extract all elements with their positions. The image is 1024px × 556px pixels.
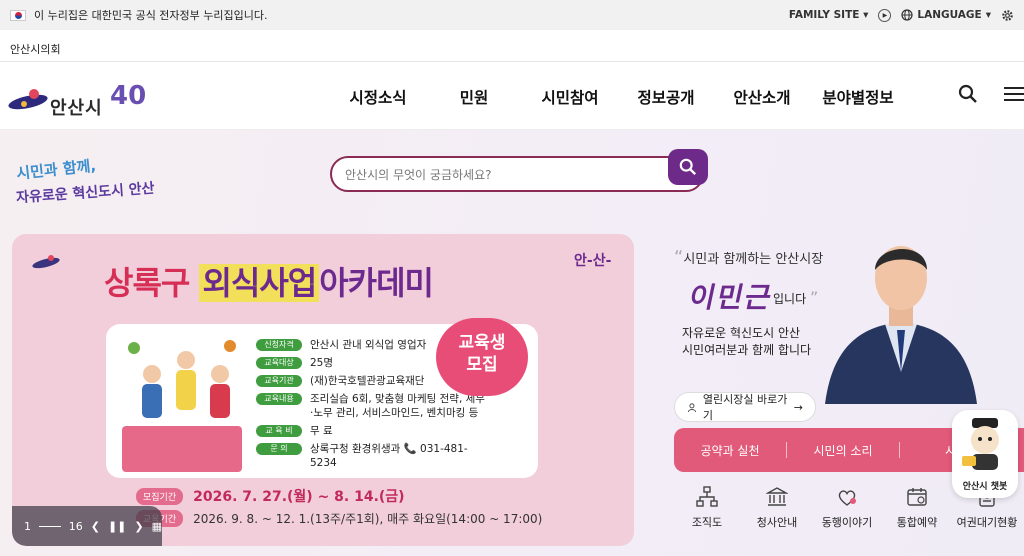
heart-people-icon bbox=[838, 490, 856, 506]
main-banner-slide[interactable]: 안-산- 상록구 외식사업아카데미 신청자격 안산시 관내 외식업 영업자 교육대… bbox=[12, 234, 634, 546]
nav-item-disclosure[interactable]: 정보공개 bbox=[618, 86, 714, 108]
family-site-select[interactable]: FAMILY SITE ▾ bbox=[789, 9, 869, 21]
education-period: 교육기간2026. 9. 8. ~ 12. 1.(13주/주1회), 매주 화요… bbox=[136, 510, 542, 527]
chatbot-label: 안산시 챗봇 bbox=[962, 482, 1008, 492]
quick-link-together-story[interactable]: 동행이야기 bbox=[812, 486, 882, 530]
quick-link-reservation[interactable]: 통합예약 bbox=[882, 486, 952, 530]
city-mark-icon bbox=[32, 255, 60, 269]
gov-notice-text: 이 누리집은 대한민국 공식 전자정부 누리집입니다. bbox=[34, 9, 268, 22]
tab-pledges[interactable]: 공약과 실천 bbox=[674, 442, 786, 459]
language-select[interactable]: LANGUAGE ▾ bbox=[901, 9, 991, 21]
search-button[interactable] bbox=[668, 149, 708, 185]
person-icon bbox=[687, 402, 697, 412]
info-row: 교육내용 조리실습 6회, 맞춤형 마케팅 전략, 세무·노무 관리, 서비스마인… bbox=[256, 392, 486, 420]
banner-info-card: 신청자격 안산시 관내 외식업 영업자 교육대상 25명 교육기관 (재)한국호텔관광… bbox=[106, 318, 538, 478]
search-icon[interactable] bbox=[958, 84, 978, 104]
mayor-name-suffix: 입니다 ” bbox=[773, 288, 819, 307]
org-chart-icon bbox=[696, 486, 718, 507]
mayor-quote: “시민과 함께하는 안산시장 bbox=[674, 247, 824, 268]
banner-brand: 안-산- bbox=[574, 253, 612, 269]
svg-text:40: 40 bbox=[110, 81, 146, 111]
nav-item-fields[interactable]: 분야별정보 bbox=[810, 86, 906, 108]
search-input[interactable]: 안산시의 무엇이 궁금하세요? bbox=[330, 156, 704, 192]
next-slide-icon[interactable]: ❯ bbox=[134, 520, 143, 533]
chatbot-mascot-icon bbox=[962, 418, 999, 470]
hero-section: 시민과 함께, 자유로운 혁신도시 안산 안산시의 무엇이 궁금하세요? 안-산… bbox=[0, 130, 1024, 556]
play-icon[interactable]: ▶ bbox=[878, 8, 892, 22]
prev-slide-icon[interactable]: ❮ bbox=[91, 520, 100, 533]
grid-view-icon[interactable]: ▦ bbox=[152, 520, 162, 533]
recruit-bubble: 교육생 모집 bbox=[436, 318, 528, 396]
nav-item-participation[interactable]: 시민참여 bbox=[522, 86, 618, 108]
building-icon bbox=[766, 487, 788, 506]
slide-current: 1 bbox=[24, 519, 31, 533]
arrow-right-icon: → bbox=[793, 400, 803, 414]
globe-icon bbox=[901, 9, 913, 21]
korea-flag-icon bbox=[10, 9, 26, 21]
recruit-period: 모집기간 2026. 7. 27.(월) ~ 8. 14.(금) bbox=[136, 486, 405, 506]
slide-total: 16 bbox=[68, 519, 83, 533]
banner-title: 상록구 외식사업아카데미 bbox=[104, 264, 434, 302]
info-row: 교 육 비무 료 bbox=[256, 424, 486, 438]
menu-icon[interactable] bbox=[1002, 84, 1024, 104]
info-row: 문 의 상록구청 환경위생과 📞 031-481-5234 bbox=[256, 442, 486, 470]
pause-icon[interactable]: ❚❚ bbox=[108, 520, 126, 533]
tab-citizen-voice[interactable]: 시민의 소리 bbox=[787, 442, 899, 459]
gov-notice-bar: 이 누리집은 대한민국 공식 전자정부 누리집입니다. FAMILY SITE … bbox=[0, 0, 1024, 30]
main-nav: 시정소식 민원 시민참여 정보공개 안산소개 분야별정보 bbox=[330, 86, 906, 108]
open-mayor-office-button[interactable]: 열린시장실 바로가기 → bbox=[674, 392, 816, 422]
nav-item-about[interactable]: 안산소개 bbox=[714, 86, 810, 108]
search-placeholder: 안산시의 무엇이 궁금하세요? bbox=[345, 168, 492, 182]
chatbot-button[interactable]: 안산시 챗봇 bbox=[952, 410, 1018, 498]
quick-link-org-chart[interactable]: 조직도 bbox=[672, 486, 742, 530]
ansan-logo[interactable]: 40 안산시 bbox=[4, 74, 154, 120]
mayor-name: 이민근 bbox=[686, 281, 777, 314]
site-header: 40 안산시 시정소식 민원 시민참여 정보공개 안산소개 분야별정보 bbox=[0, 62, 1024, 130]
calendar-icon bbox=[907, 488, 927, 506]
search-icon bbox=[679, 158, 697, 176]
nav-item-news[interactable]: 시정소식 bbox=[330, 86, 426, 108]
slide-controls: 1 16 ❮ ❚❚ ❯ ▦ bbox=[12, 506, 162, 546]
slide-progress bbox=[39, 525, 61, 527]
mayor-description: 자유로운 혁신도시 안산 시민여러분과 함께 합니다 bbox=[682, 326, 812, 357]
chef-illustration bbox=[122, 340, 242, 472]
gear-icon[interactable] bbox=[1001, 9, 1014, 22]
council-link[interactable]: 안산시의회 bbox=[0, 30, 1024, 62]
mayor-photo bbox=[825, 246, 977, 404]
quick-link-city-hall[interactable]: 청사안내 bbox=[742, 486, 812, 530]
city-slogan: 시민과 함께, 자유로운 혁신도시 안산 bbox=[15, 156, 156, 207]
nav-item-civil[interactable]: 민원 bbox=[426, 86, 522, 108]
logo-text: 안산시 bbox=[50, 98, 103, 119]
